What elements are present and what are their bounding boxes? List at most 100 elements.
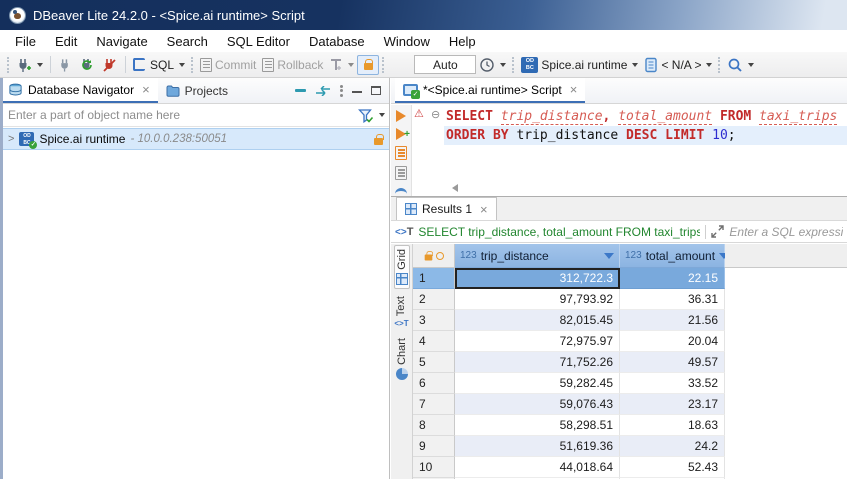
table-row[interactable]: 8 58,298.51 18.63: [413, 415, 847, 436]
tab-sql-script[interactable]: *<Spice.ai runtime> Script: [395, 78, 585, 103]
active-schema-selector[interactable]: < N/A >: [641, 55, 715, 75]
menu-sql-editor[interactable]: SQL Editor: [218, 32, 300, 51]
rollback-button[interactable]: Rollback: [259, 56, 326, 74]
reconnect-button[interactable]: [76, 55, 99, 75]
presentation-tab-chart[interactable]: Chart: [395, 335, 409, 383]
execute-statement-button[interactable]: [396, 110, 406, 122]
table-row[interactable]: 3 82,015.45 21.56: [413, 310, 847, 331]
scroll-left-arrow-icon[interactable]: [452, 184, 458, 192]
table-row[interactable]: 1 312,722.3 22.15: [413, 268, 847, 289]
sql-dropdown[interactable]: [179, 63, 185, 67]
commit-button[interactable]: Commit: [197, 56, 259, 74]
close-icon[interactable]: [480, 203, 488, 216]
close-icon[interactable]: [142, 83, 150, 96]
connect-button[interactable]: [55, 55, 76, 75]
menu-file[interactable]: File: [6, 32, 46, 51]
table-row[interactable]: 2 97,793.92 36.31: [413, 289, 847, 310]
cell-trip-distance[interactable]: 72,975.97: [455, 331, 620, 352]
column-header-trip-distance[interactable]: 123 trip_distance: [455, 244, 620, 268]
row-number[interactable]: 2: [413, 289, 455, 310]
menu-edit[interactable]: Edit: [46, 32, 87, 51]
cell-trip-distance[interactable]: 59,282.45: [455, 373, 620, 394]
cell-total-amount[interactable]: 18.63: [620, 415, 725, 436]
execute-new-tab-button[interactable]: [396, 128, 406, 140]
cell-trip-distance[interactable]: 71,752.26: [455, 352, 620, 373]
minimize-view-icon[interactable]: [352, 85, 362, 93]
active-connection-selector[interactable]: OD BC Spice.ai runtime: [518, 55, 641, 75]
tab-database-navigator[interactable]: Database Navigator: [0, 78, 158, 103]
table-row[interactable]: 7 59,076.43 23.17: [413, 394, 847, 415]
connection-tree-item[interactable]: > OD BC Spice.ai runtime - 10.0.0.238:50…: [0, 128, 389, 150]
row-number[interactable]: 10: [413, 457, 455, 478]
table-row[interactable]: 5 71,752.26 49.57: [413, 352, 847, 373]
transaction-log-button[interactable]: [476, 55, 509, 75]
commit-mode-combo[interactable]: Auto: [414, 55, 476, 74]
sql-code-area[interactable]: SELECT trip_distance, total_amount FROM …: [444, 105, 847, 196]
row-number[interactable]: 8: [413, 415, 455, 436]
menu-help[interactable]: Help: [440, 32, 486, 51]
executed-query-text[interactable]: SELECT trip_distance, total_amount FROM …: [418, 225, 700, 239]
disconnect-button[interactable]: [99, 55, 121, 75]
presentation-tab-grid[interactable]: Grid: [394, 245, 410, 289]
search-dropdown[interactable]: [748, 63, 754, 67]
table-row[interactable]: 10 44,018.64 52.43: [413, 457, 847, 478]
filter-funnel-icon[interactable]: [358, 108, 374, 123]
row-number[interactable]: 3: [413, 310, 455, 331]
script-disabled-button[interactable]: [395, 166, 407, 180]
row-number[interactable]: 7: [413, 394, 455, 415]
transaction-mode-button[interactable]: [326, 55, 357, 74]
row-number[interactable]: 4: [413, 331, 455, 352]
cell-total-amount[interactable]: 52.43: [620, 457, 725, 478]
view-menu-icon[interactable]: [340, 85, 343, 97]
row-number[interactable]: 6: [413, 373, 455, 394]
tab-projects[interactable]: Projects: [158, 78, 236, 103]
execute-script-button[interactable]: [395, 146, 407, 160]
row-number[interactable]: 1: [413, 268, 455, 289]
results-filter-placeholder[interactable]: Enter a SQL expression to: [729, 225, 843, 239]
new-connection-dropdown[interactable]: [37, 63, 43, 67]
cell-trip-distance[interactable]: 58,298.51: [455, 415, 620, 436]
cell-total-amount[interactable]: 21.56: [620, 310, 725, 331]
table-row[interactable]: 4 72,975.97 20.04: [413, 331, 847, 352]
collapse-all-icon[interactable]: [295, 89, 306, 92]
presentation-tab-text[interactable]: Text <>T: [393, 293, 409, 331]
cell-total-amount[interactable]: 23.17: [620, 394, 725, 415]
cell-total-amount[interactable]: 24.2: [620, 436, 725, 457]
menu-search[interactable]: Search: [158, 32, 218, 51]
cell-total-amount[interactable]: 22.15: [620, 268, 725, 289]
sql-editor-button[interactable]: SQL: [130, 56, 188, 74]
connection-lock-toggle[interactable]: [357, 55, 379, 75]
expand-chevron-icon[interactable]: >: [8, 133, 14, 145]
close-icon[interactable]: [570, 83, 578, 96]
search-button[interactable]: [724, 55, 757, 75]
table-row[interactable]: 9 51,619.36 24.2: [413, 436, 847, 457]
object-filter-input[interactable]: [6, 107, 358, 123]
table-row[interactable]: 6 59,282.45 33.52: [413, 373, 847, 394]
connection-dropdown[interactable]: [632, 63, 638, 67]
cell-trip-distance[interactable]: 51,619.36: [455, 436, 620, 457]
cell-total-amount[interactable]: 20.04: [620, 331, 725, 352]
cell-trip-distance[interactable]: 97,793.92: [455, 289, 620, 310]
editor-horizontal-scrollbar[interactable]: [444, 182, 847, 193]
cell-trip-distance[interactable]: 82,015.45: [455, 310, 620, 331]
cell-trip-distance[interactable]: 44,018.64: [455, 457, 620, 478]
cell-total-amount[interactable]: 36.31: [620, 289, 725, 310]
schema-dropdown[interactable]: [706, 63, 712, 67]
tab-results-1[interactable]: Results 1: [396, 197, 497, 220]
grid-corner-cell[interactable]: [413, 244, 455, 268]
transaction-dropdown[interactable]: [348, 63, 354, 67]
cell-trip-distance[interactable]: 312,722.3: [455, 268, 620, 289]
transaction-log-dropdown[interactable]: [500, 63, 506, 67]
menu-navigate[interactable]: Navigate: [87, 32, 157, 51]
link-editor-icon[interactable]: [315, 86, 331, 96]
collapse-fold-icon[interactable]: [431, 108, 440, 121]
explain-plan-icon[interactable]: [395, 188, 407, 195]
expand-panel-icon[interactable]: [711, 225, 724, 238]
filter-dropdown[interactable]: [379, 113, 385, 117]
sort-filter-icon[interactable]: [604, 253, 614, 259]
cell-total-amount[interactable]: 49.57: [620, 352, 725, 373]
menu-database[interactable]: Database: [300, 32, 375, 51]
row-number[interactable]: 5: [413, 352, 455, 373]
new-connection-button[interactable]: [13, 55, 46, 75]
menu-window[interactable]: Window: [375, 32, 440, 51]
